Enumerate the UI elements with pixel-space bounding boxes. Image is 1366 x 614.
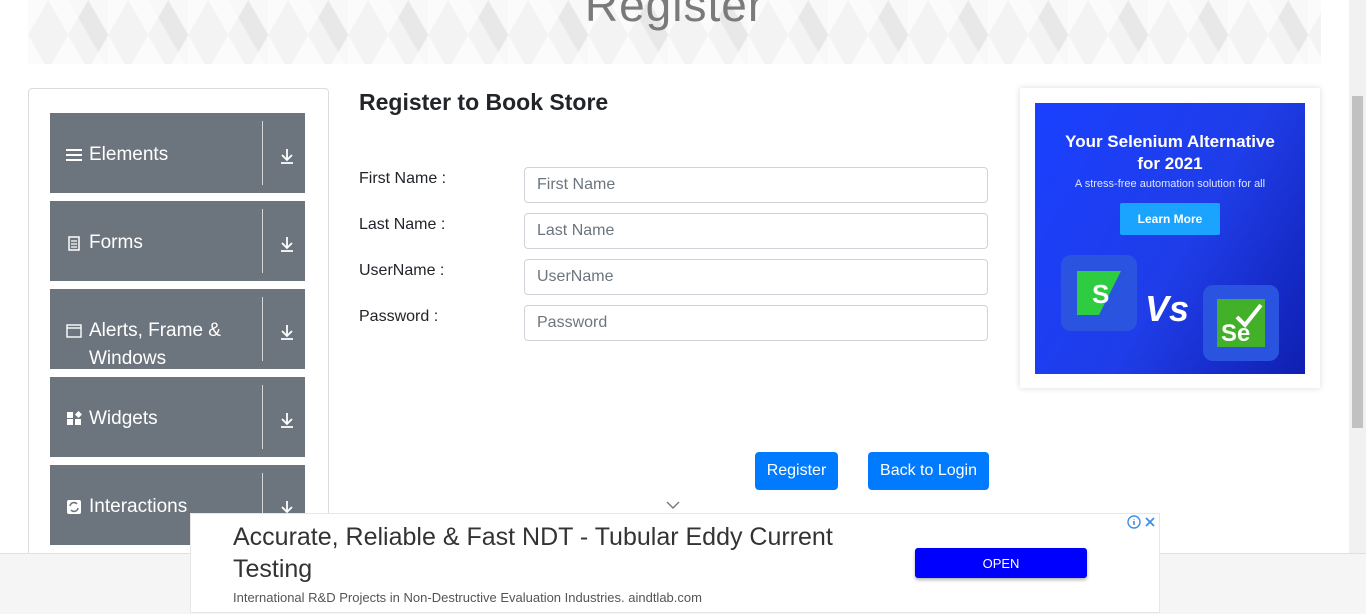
last-name-input[interactable] [524,213,988,249]
document-icon [68,236,80,251]
first-name-input[interactable] [524,167,988,203]
side-advertisement: Your Selenium Alternative for 2021 A str… [1020,88,1320,388]
interactions-icon [67,500,81,514]
nav-group-label: Forms [89,232,143,253]
ad-subtext: A stress-free automation solution for al… [1074,178,1266,190]
bottom-ad-headline[interactable]: Accurate, Reliable & Fast NDT - Tubular … [233,521,893,585]
nav-group-forms[interactable]: Forms [50,201,305,281]
nav-group-elements[interactable]: Elements [50,113,305,193]
password-label: Password : [359,308,439,325]
first-name-label: First Name : [359,170,447,187]
svg-text:S: S [1092,279,1109,309]
open-button[interactable]: OPEN [915,548,1087,578]
left-nav-panel: Elements Forms Alerts, Frame & Windows W… [28,88,329,570]
close-icon[interactable] [1143,515,1157,529]
scrollbar-thumb[interactable] [1352,96,1363,428]
ad-headline: Your Selenium Alternative for 2021 [1065,132,1275,173]
nav-group-label: Elements [89,144,169,165]
page-title: Register [584,0,765,31]
nav-group-widgets[interactable]: Widgets [50,377,305,457]
password-input[interactable] [524,305,988,341]
competitor-logo-icon: S [1061,255,1137,331]
window-icon [66,324,82,338]
bottom-advertisement[interactable]: Accurate, Reliable & Fast NDT - Tubular … [190,513,1160,613]
ad-creative[interactable]: Your Selenium Alternative for 2021 A str… [1035,103,1305,374]
scrollbar[interactable] [1349,0,1366,553]
register-button[interactable]: Register [755,452,838,490]
download-arrow-icon[interactable] [278,235,296,253]
info-icon[interactable] [1127,515,1141,529]
username-label: UserName : [359,262,445,279]
back-to-login-button[interactable]: Back to Login [868,452,989,490]
download-arrow-icon[interactable] [278,411,296,429]
divider [262,209,263,273]
divider [262,385,263,449]
last-name-label: Last Name : [359,216,446,233]
divider [262,297,263,361]
bottom-ad-subtext: International R&D Projects in Non-Destru… [233,590,702,605]
nav-group-label: Widgets [89,408,158,429]
divider [262,121,263,185]
hamburger-icon [66,149,82,161]
form-title: Register to Book Store [359,89,609,115]
username-input[interactable] [524,259,988,295]
selenium-logo-icon: Se [1203,285,1279,361]
download-arrow-icon[interactable] [278,147,296,165]
download-arrow-icon[interactable] [278,323,296,341]
nav-group-alerts[interactable]: Alerts, Frame & Windows [50,289,305,369]
nav-group-label: Alerts, Frame & Windows [89,320,221,369]
widgets-icon [67,411,82,425]
svg-text:Se: Se [1221,320,1250,347]
chevron-down-icon[interactable] [666,500,680,510]
page-banner: Register [28,0,1321,64]
versus-text: Vs [1145,288,1190,329]
learn-more-button[interactable]: Learn More [1120,203,1220,235]
